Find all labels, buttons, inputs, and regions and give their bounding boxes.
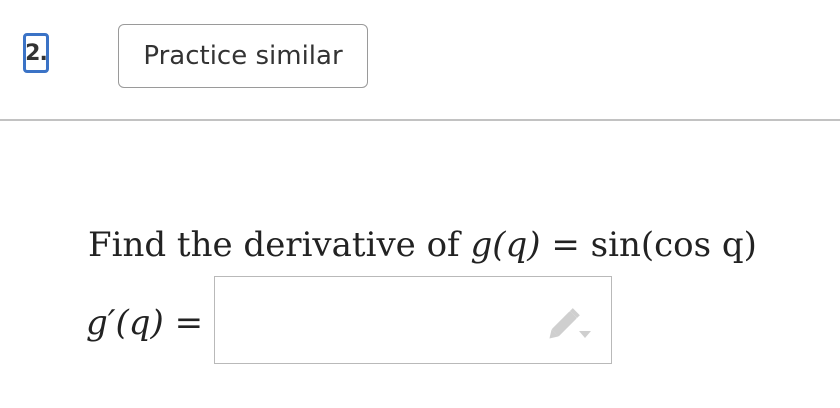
derivative-lhs: g′(q) [86,303,164,343]
question-prompt: Find the derivative of g(q) = sin(cos q) [88,220,757,270]
answer-equals-sign: = [174,303,204,343]
pencil-icon[interactable] [547,303,593,341]
prompt-text: Find the derivative of [88,225,471,265]
answer-label: g′(q) = [86,298,203,348]
practice-similar-button[interactable]: Practice similar [118,24,368,88]
equals-sign: = [551,225,580,265]
divider [0,119,840,121]
function-rhs: sin(cos q) [590,225,757,265]
question-number: 2. [23,33,49,73]
answer-input[interactable] [214,276,612,364]
function-lhs: g(q) [470,225,541,265]
